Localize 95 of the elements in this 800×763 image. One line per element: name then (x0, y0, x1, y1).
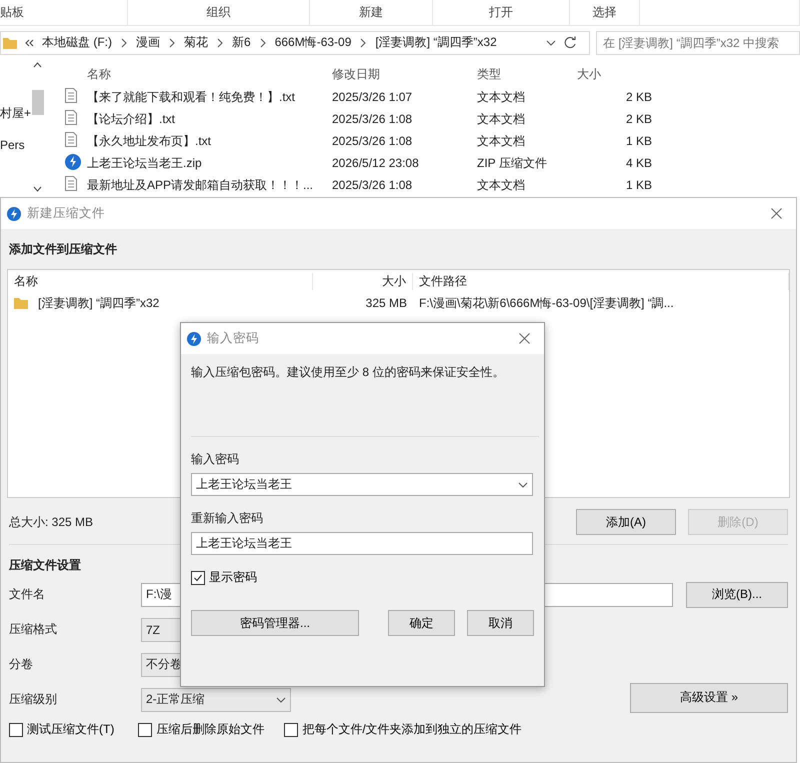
archive-icon (65, 154, 81, 170)
advanced-button[interactable]: 高级设置 » (630, 682, 788, 712)
document-icon (65, 88, 77, 103)
breadcrumb-item[interactable]: 666M悔-63-09 (274, 34, 352, 51)
address-bar[interactable]: 本地磁盘 (F:) 漫画 菊花 新6 666M悔-63-09 [淫妻调教] “調四季”x32 (0, 30, 590, 54)
ribbon-group-label: 贴板 (0, 0, 128, 25)
chevron-icon (120, 38, 128, 48)
folder-icon (3, 36, 17, 48)
window-title: 新建压缩文件 (27, 205, 106, 222)
field-label: 压缩级别 (9, 691, 58, 708)
file-date: 2026/5/12 23:08 (332, 156, 420, 170)
breadcrumb-item[interactable]: 菊花 (184, 34, 208, 51)
breadcrumb-item[interactable]: 本地磁盘 (F:) (42, 34, 112, 51)
file-type: 文本文档 (477, 88, 526, 106)
caret-icon (546, 40, 556, 46)
file-date: 2025/3/26 1:08 (332, 178, 414, 192)
ribbon-group-label: 打开 (433, 0, 570, 25)
file-type: 文本文档 (477, 176, 526, 194)
double-chevron-icon (25, 38, 34, 46)
checkmark-icon (193, 572, 203, 582)
app-logo-icon (7, 206, 21, 220)
chevron-icon (359, 38, 368, 48)
column-header[interactable]: 修改日期 (332, 66, 477, 82)
file-date: 2025/3/26 1:07 (332, 90, 414, 104)
option-checkbox[interactable]: 测试压缩文件(T) (9, 721, 114, 738)
list-button[interactable]: 添加(A) (576, 509, 676, 535)
show-password-checkbox[interactable]: 显示密码 (191, 569, 257, 586)
document-icon (65, 132, 77, 147)
breadcrumb-item[interactable]: [淫妻调教] “調四季”x32 (375, 34, 497, 51)
field-label: 压缩格式 (9, 621, 58, 638)
list-item-size: 325 MB (364, 296, 408, 310)
section-title: 添加文件到压缩文件 (9, 241, 117, 258)
list-item-path: F:\漫画\菊花\新6\666M悔-63-09\[淫妻调教] “調... (418, 294, 675, 312)
chevron-icon (216, 38, 224, 48)
breadcrumb-item[interactable]: 漫画 (136, 34, 160, 51)
close-icon[interactable] (771, 208, 782, 219)
ribbon-group-label: 组织 (128, 0, 310, 25)
refresh-icon[interactable] (564, 36, 577, 49)
nav-item[interactable]: 村屋+ (0, 105, 32, 122)
password-combo[interactable]: 上老王论坛当老王 (191, 473, 533, 496)
file-name[interactable]: 【论坛介绍】.txt (87, 110, 332, 128)
dialog-button[interactable]: 取消 (467, 610, 534, 636)
column-header[interactable]: 类型 (477, 66, 577, 82)
nav-item[interactable]: Pers (0, 138, 25, 152)
dialog-button[interactable]: 密码管理器... (191, 610, 359, 636)
file-type: 文本文档 (477, 110, 526, 128)
dialog-button[interactable]: 确定 (388, 610, 455, 636)
file-name[interactable]: 【来了就能下载和观看！纯免费！】.txt (87, 88, 332, 106)
file-size: 2 KB (624, 90, 652, 104)
scrollbar-thumb[interactable] (32, 90, 44, 115)
option-checkbox[interactable]: 把每个文件/文件夹添加到独立的压缩文件 (284, 721, 522, 738)
column-header[interactable]: 文件路径 (413, 272, 789, 290)
caret-icon (276, 696, 286, 702)
file-name[interactable]: 【永久地址发布页】.txt (87, 132, 332, 150)
instruction-text: 输入压缩包密码。建议使用至少 8 位的密码来保证安全性。 (191, 364, 506, 381)
list-item-name[interactable]: [淫妻调教] “調四季”x32 (32, 294, 166, 312)
option-checkbox[interactable]: 压缩后删除原始文件 (138, 721, 264, 738)
dropdown[interactable]: 2-正常压缩 (141, 688, 291, 712)
scroll-up-icon[interactable] (33, 62, 42, 68)
chevron-icon (258, 38, 267, 48)
input-field[interactable]: 上老王论坛当老王 (191, 532, 533, 555)
ribbon-group-label: 选择 (570, 0, 640, 25)
total-size: 总大小: 325 MB (9, 514, 94, 530)
file-size: 2 KB (624, 112, 652, 126)
file-date: 2025/3/26 1:08 (332, 134, 414, 148)
chevron-icon (168, 38, 176, 48)
close-icon[interactable] (519, 333, 530, 344)
breadcrumb-item[interactable]: 新6 (232, 34, 251, 51)
document-icon (65, 176, 77, 191)
file-date: 2025/3/26 1:08 (332, 112, 414, 126)
search-field[interactable]: 在 [淫妻调教] “調四季”x32 中搜索 (596, 30, 800, 54)
dialog-title: 输入密码 (207, 330, 260, 347)
caret-icon (518, 482, 528, 488)
document-icon (65, 110, 77, 125)
folder-icon (14, 297, 28, 309)
column-header[interactable]: 大小 (313, 272, 413, 290)
field-label: 文件名 (9, 586, 46, 603)
column-header[interactable]: 大小 (577, 66, 652, 82)
file-size: 4 KB (624, 156, 652, 170)
section-title: 压缩文件设置 (9, 557, 81, 574)
browse-button[interactable]: 浏览(B)... (686, 582, 788, 608)
field-label: 重新输入密码 (191, 510, 264, 527)
field-label: 分卷 (9, 656, 34, 673)
file-name[interactable]: 上老王论坛当老王.zip (87, 154, 332, 172)
app-logo-icon (187, 332, 201, 346)
scroll-down-icon[interactable] (33, 186, 42, 192)
file-name[interactable]: 最新地址及APP请发邮箱自动获取！！！... (87, 176, 332, 194)
field-label: 输入密码 (191, 451, 240, 468)
file-size: 1 KB (624, 134, 652, 148)
file-type: ZIP 压缩文件 (477, 154, 548, 172)
ribbon-group-label: 新建 (310, 0, 433, 25)
file-size: 1 KB (624, 178, 652, 192)
column-header[interactable]: 名称 (8, 272, 313, 290)
file-type: 文本文档 (477, 132, 526, 150)
column-header[interactable]: 名称 (87, 66, 332, 82)
